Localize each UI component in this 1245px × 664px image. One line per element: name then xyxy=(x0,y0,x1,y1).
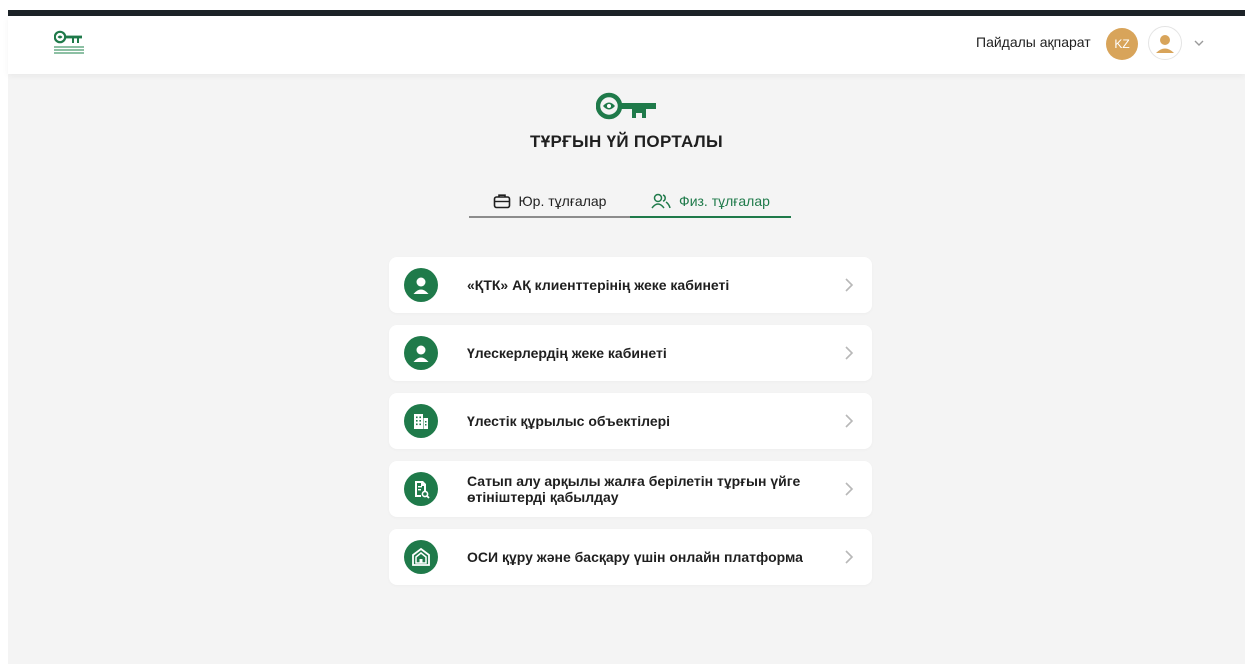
main-key-logo-icon xyxy=(596,92,656,120)
avatar[interactable] xyxy=(1148,26,1182,60)
chevron-right-icon xyxy=(845,278,854,292)
page-frame: Пайдалы ақпарат KZ ТҰРҒЫН ҮЙ ПОРТАЛЫ Юр. xyxy=(8,16,1245,664)
building-icon xyxy=(414,414,428,429)
user-type-tabs: Юр. тұлғалар Физ. тұлғалар xyxy=(469,186,791,218)
card-construction-objects[interactable]: Үлестік құрылыс объектілері xyxy=(389,393,872,449)
user-icon xyxy=(413,277,429,294)
chevron-right-icon xyxy=(845,346,854,360)
tab-individuals[interactable]: Физ. тұлғалар xyxy=(630,186,791,218)
useful-info-link[interactable]: Пайдалы ақпарат xyxy=(976,34,1091,50)
card-label: «ҚТК» АҚ клиенттерінің жеке кабинеті xyxy=(467,277,730,293)
key-logo-icon xyxy=(53,30,82,44)
card-label: Үлескерлердің жеке кабинеті xyxy=(467,345,667,361)
tab-label: Юр. тұлғалар xyxy=(518,193,607,209)
card-label: ОСИ құру және басқару үшін онлайн платфо… xyxy=(467,549,803,565)
chevron-right-icon xyxy=(845,414,854,428)
user-icon xyxy=(413,345,429,362)
tab-legal-entities[interactable]: Юр. тұлғалар xyxy=(469,186,630,218)
chevron-right-icon xyxy=(845,550,854,564)
language-switcher[interactable]: KZ xyxy=(1106,28,1138,60)
header: Пайдалы ақпарат KZ xyxy=(8,16,1245,74)
card-ktk-clients-cabinet[interactable]: «ҚТК» АҚ клиенттерінің жеке кабинеті xyxy=(389,257,872,313)
service-list: «ҚТК» АҚ клиенттерінің жеке кабинеті Үле… xyxy=(389,257,872,597)
card-rent-purchase-applications[interactable]: Сатып алу арқылы жалға берілетін тұрғын … xyxy=(389,461,872,517)
chevron-down-icon[interactable] xyxy=(1192,36,1206,50)
document-search-icon xyxy=(415,481,430,499)
page-title: ТҰРҒЫН ҮЙ ПОРТАЛЫ xyxy=(530,132,723,151)
card-shareholders-cabinet[interactable]: Үлескерлердің жеке кабинеті xyxy=(389,325,872,381)
card-osi-platform[interactable]: ОСИ құру және басқару үшін онлайн платфо… xyxy=(389,529,872,585)
chevron-right-icon xyxy=(845,482,854,496)
briefcase-icon xyxy=(493,194,510,209)
user-avatar-icon xyxy=(1156,35,1174,53)
browser-top-strip xyxy=(0,0,1245,10)
card-label: Үлестік құрылыс объектілері xyxy=(467,413,671,429)
logo-caption xyxy=(54,46,84,56)
header-logo[interactable] xyxy=(53,30,84,60)
users-icon xyxy=(651,193,671,209)
tab-label: Физ. тұлғалар xyxy=(679,193,770,209)
house-icon xyxy=(412,547,430,566)
card-label: Сатып алу арқылы жалға берілетін тұрғын … xyxy=(467,473,801,505)
